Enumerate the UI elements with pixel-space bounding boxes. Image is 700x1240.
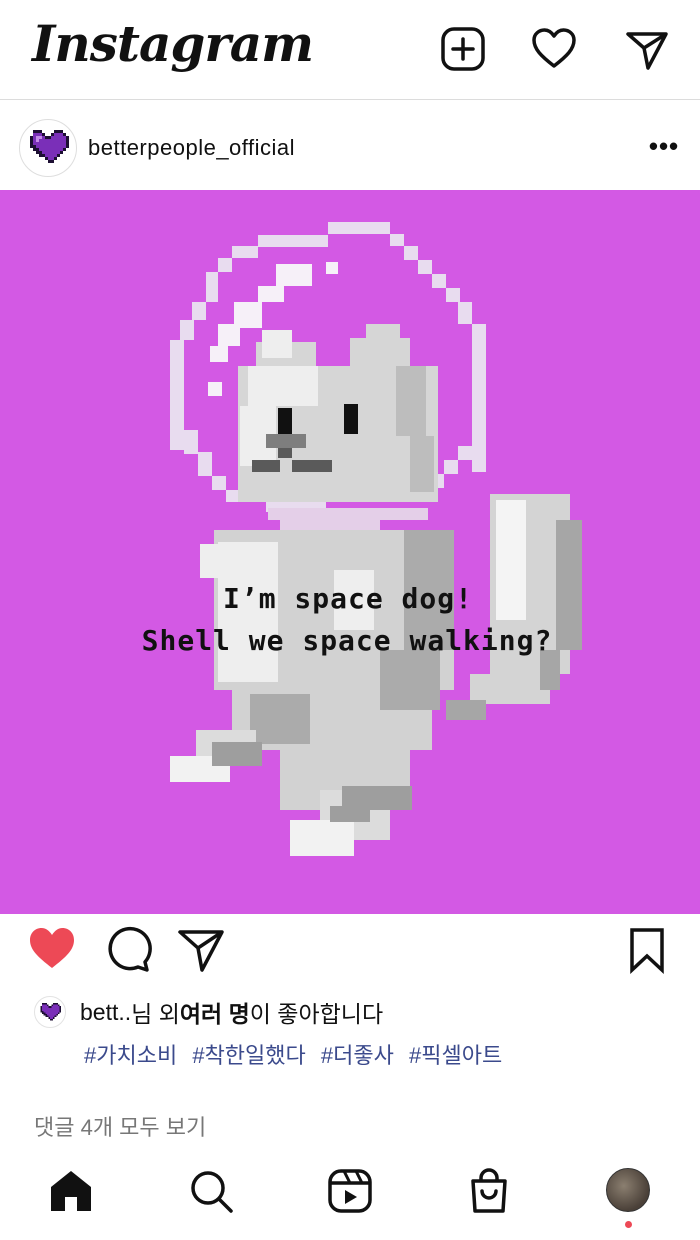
profile-avatar[interactable]: [606, 1168, 650, 1212]
hashtag[interactable]: #픽셀아트: [409, 1043, 502, 1068]
new-post-icon[interactable]: [440, 26, 486, 72]
bottom-navigation: [0, 1155, 700, 1240]
likes-summary[interactable]: bett.. 님 외 여러 명 이 좋아합니다: [34, 992, 383, 1032]
view-all-comments-link[interactable]: 댓글 4개 모두 보기: [34, 1110, 206, 1142]
bookmark-icon[interactable]: [622, 924, 672, 974]
hashtag[interactable]: #착한일했다: [192, 1043, 305, 1068]
post-header: betterpeople_official •••: [0, 101, 700, 191]
like-heart-icon[interactable]: [27, 924, 77, 974]
hashtag[interactable]: #가치소비: [84, 1043, 177, 1068]
post-username[interactable]: betterpeople_official: [88, 135, 295, 161]
likes-others[interactable]: 여러 명: [180, 995, 250, 1029]
direct-message-icon[interactable]: [624, 26, 670, 72]
notification-dot: [625, 1221, 632, 1228]
post-actions: [0, 914, 700, 984]
reels-icon[interactable]: [326, 1167, 374, 1215]
likes-text-1: 님 외: [131, 1001, 180, 1027]
image-caption-line2: Shell we space walking?: [141, 624, 553, 657]
comment-icon[interactable]: [103, 924, 153, 974]
space-dog-pixel-art: [170, 222, 582, 856]
hashtags: #가치소비 #착한일했다 #더좋사 #픽셀아트: [84, 1038, 511, 1070]
top-bar: Instagram: [0, 0, 700, 100]
post-image[interactable]: I’m space dog! Shell we space walking?: [0, 190, 700, 914]
search-icon[interactable]: [187, 1167, 235, 1215]
share-icon[interactable]: [176, 924, 226, 974]
image-caption-line1: I’m space dog!: [222, 582, 473, 615]
instagram-logo[interactable]: Instagram: [32, 14, 314, 73]
more-options-icon[interactable]: •••: [643, 131, 685, 165]
post-author-avatar[interactable]: [19, 119, 77, 177]
liker-avatar: [34, 996, 66, 1028]
likes-text-2: 이 좋아합니다: [249, 1001, 384, 1027]
liker-username[interactable]: bett..: [80, 999, 131, 1026]
hashtag[interactable]: #더좋사: [321, 1043, 394, 1068]
home-icon[interactable]: [47, 1167, 95, 1215]
shop-icon[interactable]: [465, 1167, 513, 1215]
heart-icon[interactable]: [531, 26, 577, 72]
